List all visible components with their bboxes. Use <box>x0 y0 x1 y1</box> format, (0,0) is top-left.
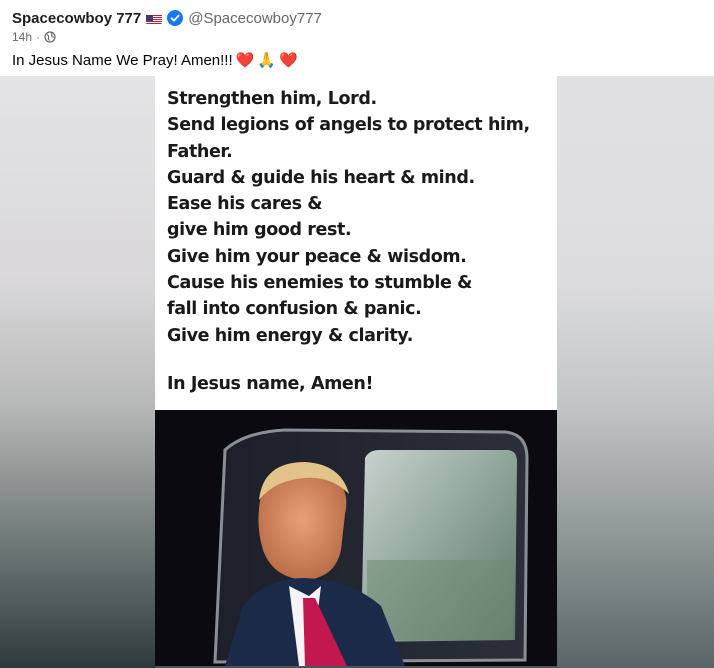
media-blur-background <box>0 76 155 668</box>
post-text-body: In Jesus Name We Pray! Amen!!! <box>12 52 233 69</box>
prayer-line: Give him energy & clarity. <box>167 325 413 346</box>
post-text: In Jesus Name We Pray! Amen!!! ❤️ 🙏 ❤️ <box>12 52 298 69</box>
prayer-line: fall into confusion & panic. <box>167 299 422 320</box>
prayer-text: Strengthen him, Lord. Send legions of an… <box>167 86 549 349</box>
post-card: Spacecowboy 777 @Spacecowboy777 14h · In… <box>0 0 714 668</box>
prayer-line: Send legions of angels to protect him, <box>167 115 530 136</box>
prayer-line: Give him your peace & wisdom. <box>167 246 467 267</box>
car-window-photo <box>155 410 557 666</box>
prayer-line: Father. <box>167 141 233 162</box>
heart-emoji: ❤️ <box>279 52 298 69</box>
prayer-line: Guard & guide his heart & mind. <box>167 167 475 188</box>
meme-image[interactable]: Strengthen him, Lord. Send legions of an… <box>155 76 557 666</box>
verified-badge-icon <box>167 10 184 26</box>
prayer-line: Cause his enemies to stumble & <box>167 273 472 294</box>
prayer-closing: In Jesus name, Amen! <box>167 374 374 394</box>
post-timestamp[interactable]: 14h <box>12 30 32 44</box>
meta-separator: · <box>36 30 41 44</box>
globe-icon <box>44 31 56 43</box>
prayer-line: Strengthen him, Lord. <box>167 89 377 109</box>
author-handle[interactable]: @Spacecowboy777 <box>188 10 322 27</box>
post-meta: 14h · <box>12 29 702 45</box>
us-flag-icon <box>146 13 163 24</box>
praying-hands-emoji: 🙏 <box>257 52 277 69</box>
author-row: Spacecowboy 777 @Spacecowboy777 <box>12 8 702 28</box>
post-media[interactable]: Strengthen him, Lord. Send legions of an… <box>0 76 714 668</box>
prayer-line: Ease his cares & <box>167 194 323 215</box>
author-name[interactable]: Spacecowboy 777 <box>12 10 141 27</box>
media-blur-background <box>557 76 714 668</box>
heart-emoji: ❤️ <box>235 52 255 69</box>
post-header: Spacecowboy 777 @Spacecowboy777 14h · <box>12 8 702 45</box>
prayer-line: give him good rest. <box>167 220 352 241</box>
